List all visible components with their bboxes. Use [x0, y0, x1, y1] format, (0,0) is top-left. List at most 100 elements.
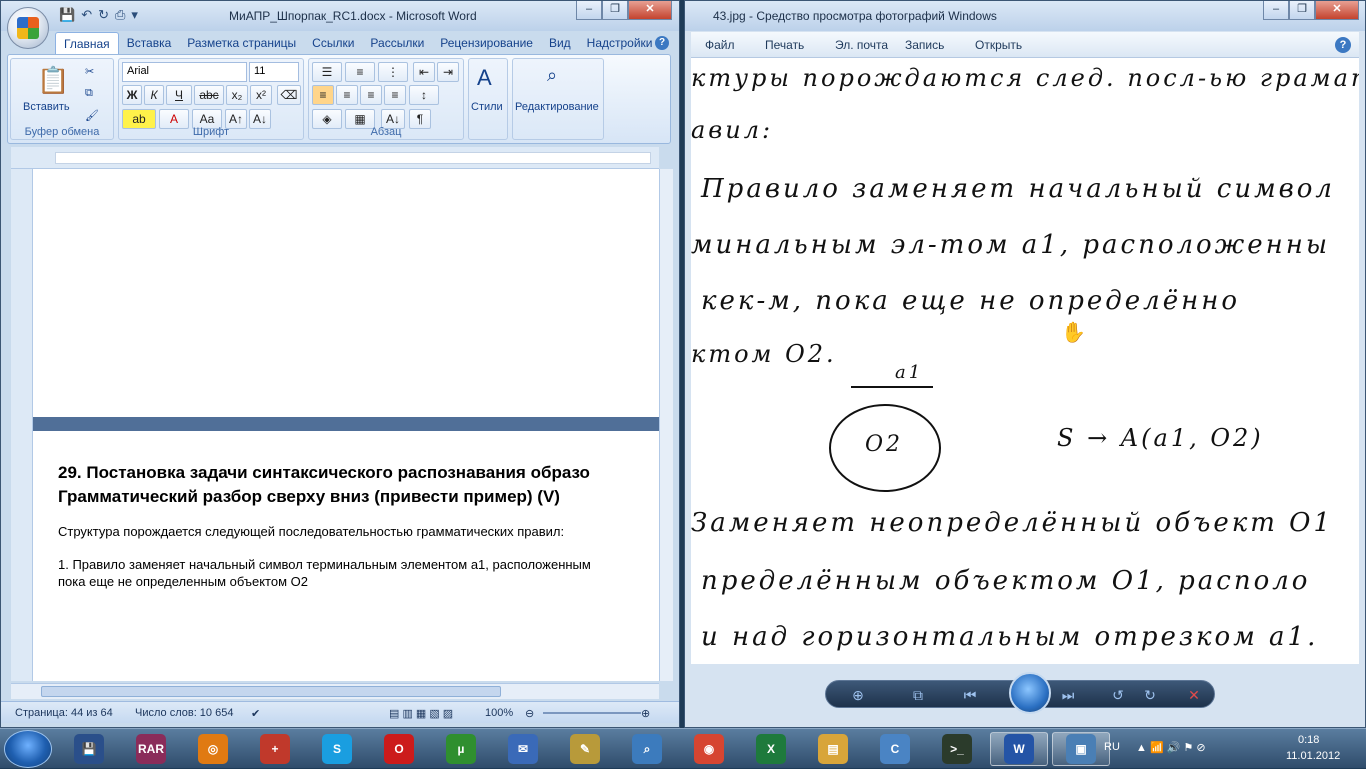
taskbar-button[interactable]: ✉ — [494, 732, 552, 766]
bold-button[interactable]: Ж — [122, 85, 142, 105]
align-left-button[interactable]: ≡ — [312, 85, 334, 105]
format-painter-icon[interactable]: 🖌 — [85, 109, 99, 122]
underline-button[interactable]: Ч — [166, 85, 192, 105]
taskbar-button[interactable]: S — [308, 732, 366, 766]
viewer-close-button[interactable]: ✕ — [1315, 1, 1359, 20]
next-icon[interactable]: ⏭ — [1058, 686, 1078, 704]
taskbar-button[interactable]: ◉ — [680, 732, 738, 766]
help-icon[interactable]: ? — [655, 36, 669, 50]
document-page-previous[interactable] — [33, 169, 659, 417]
clock-time[interactable]: 0:18 — [1298, 734, 1319, 746]
customize-qat-icon[interactable]: ▾ — [131, 7, 138, 23]
font-size-combo[interactable]: 11 — [249, 62, 299, 82]
language-indicator[interactable]: RU — [1104, 741, 1120, 753]
document-area[interactable]: 29. Постановка задачи синтаксического ра… — [33, 169, 659, 681]
word-minimize-button[interactable]: – — [576, 1, 602, 20]
taskbar-button[interactable]: ◎ — [184, 732, 242, 766]
zoom-in-icon[interactable]: ⊕ — [641, 707, 650, 720]
vertical-ruler[interactable] — [11, 169, 33, 681]
taskbar-button[interactable]: X — [742, 732, 800, 766]
taskbar-button[interactable]: >_ — [928, 732, 986, 766]
increase-indent-button[interactable]: ⇥ — [437, 62, 459, 82]
taskbar-button[interactable]: µ — [432, 732, 490, 766]
delete-icon[interactable]: ✕ — [1184, 686, 1204, 704]
viewer-maximize-button[interactable]: ❐ — [1289, 1, 1315, 20]
styles-group[interactable]: A Стили — [468, 58, 508, 140]
vertical-scrollbar[interactable] — [659, 169, 673, 681]
strikethrough-button[interactable]: abc — [194, 85, 224, 105]
word-maximize-button[interactable]: ❐ — [602, 1, 628, 20]
menu-burn[interactable]: Запись — [905, 38, 944, 52]
tray-icons[interactable]: ▲ 📶 🔊 ⚑ ⊘ — [1136, 741, 1206, 754]
rotate-right-icon[interactable]: ↻ — [1140, 686, 1160, 704]
tab-references[interactable]: Ссылки — [304, 32, 362, 54]
taskbar-button[interactable]: ▤ — [804, 732, 862, 766]
zoom-out-icon[interactable]: ⊖ — [525, 707, 534, 720]
taskbar-button[interactable]: 💾 — [60, 732, 118, 766]
align-center-button[interactable]: ≡ — [336, 85, 358, 105]
tab-insert[interactable]: Вставка — [119, 32, 180, 54]
paste-label[interactable]: Вставить — [23, 101, 70, 113]
horizontal-scrollbar[interactable] — [11, 683, 659, 699]
zoom-level[interactable]: 100% — [485, 707, 513, 719]
clear-format-button[interactable]: ⌫ — [277, 85, 301, 105]
save-icon[interactable]: 💾 — [59, 7, 75, 23]
menu-open[interactable]: Открыть — [975, 38, 1022, 52]
font-name-combo[interactable]: Arial — [122, 62, 247, 82]
previous-icon[interactable]: ⏮ — [960, 686, 980, 704]
taskbar-button[interactable]: ✎ — [556, 732, 614, 766]
office-button[interactable] — [7, 7, 49, 49]
page-count-status[interactable]: Страница: 44 из 64 — [15, 707, 113, 719]
horizontal-scroll-thumb[interactable] — [41, 686, 501, 697]
redo-icon[interactable]: ↻ — [98, 7, 109, 23]
decrease-indent-button[interactable]: ⇤ — [413, 62, 435, 82]
editing-group[interactable]: ⌕ Редактирование — [512, 58, 604, 140]
justify-button[interactable]: ≡ — [384, 85, 406, 105]
superscript-button[interactable]: x² — [250, 85, 272, 105]
menu-file[interactable]: Файл — [705, 38, 735, 52]
document-page-current[interactable]: 29. Постановка задачи синтаксического ра… — [33, 431, 659, 681]
view-buttons[interactable]: ▤ ▥ ▦ ▧ ▨ — [389, 707, 453, 720]
taskbar-button[interactable]: RAR — [122, 732, 180, 766]
tab-review[interactable]: Рецензирование — [432, 32, 541, 54]
start-button[interactable] — [4, 730, 52, 768]
cut-icon[interactable]: ✂ — [85, 65, 94, 78]
tab-view[interactable]: Вид — [541, 32, 579, 54]
line-spacing-button[interactable]: ↕ — [409, 85, 439, 105]
undo-icon[interactable]: ↶ — [81, 7, 92, 23]
clock-date[interactable]: 11.01.2012 — [1286, 750, 1340, 762]
photo-canvas[interactable]: ктуры порождаются след. посл-ью грамат. … — [691, 58, 1359, 664]
tab-addins[interactable]: Надстройки — [579, 32, 661, 54]
taskbar-button[interactable]: + — [246, 732, 304, 766]
horizontal-ruler[interactable] — [11, 147, 659, 169]
tab-mailings[interactable]: Рассылки — [362, 32, 432, 54]
word-close-button[interactable]: ✕ — [628, 1, 672, 20]
align-right-button[interactable]: ≡ — [360, 85, 382, 105]
taskbar-button[interactable]: ⌕ — [618, 732, 676, 766]
taskbar-button[interactable]: W — [990, 732, 1048, 766]
copy-icon[interactable]: ⧉ — [85, 87, 93, 100]
viewer-help-icon[interactable]: ? — [1335, 37, 1351, 53]
subscript-button[interactable]: x₂ — [226, 85, 248, 105]
menu-email[interactable]: Эл. почта — [835, 38, 888, 52]
bullets-button[interactable]: ☰ — [312, 62, 342, 82]
zoom-slider[interactable] — [543, 712, 641, 714]
paste-icon[interactable]: 📋 — [37, 65, 69, 96]
numbering-button[interactable]: ≡ — [345, 62, 375, 82]
proofing-icon[interactable]: ✔ — [251, 707, 260, 720]
taskbar-button[interactable]: C — [866, 732, 924, 766]
viewer-minimize-button[interactable]: – — [1263, 1, 1289, 20]
zoom-icon[interactable]: ⊕ — [848, 686, 868, 704]
taskbar-button[interactable]: O — [370, 732, 428, 766]
tab-page-layout[interactable]: Разметка страницы — [179, 32, 304, 54]
actual-size-icon[interactable]: ⧉ — [908, 686, 928, 704]
rotate-left-icon[interactable]: ↺ — [1108, 686, 1128, 704]
multilevel-list-button[interactable]: ⋮ — [378, 62, 408, 82]
slideshow-button[interactable] — [1009, 672, 1051, 714]
handwriting-line-7: Заменяет неопределённый объект О1 — [691, 508, 1334, 538]
menu-print[interactable]: Печать — [765, 38, 804, 52]
word-count-status[interactable]: Число слов: 10 654 — [135, 707, 233, 719]
italic-button[interactable]: К — [144, 85, 164, 105]
print-icon[interactable]: ⎙ — [115, 7, 125, 23]
tab-home[interactable]: Главная — [55, 32, 119, 54]
